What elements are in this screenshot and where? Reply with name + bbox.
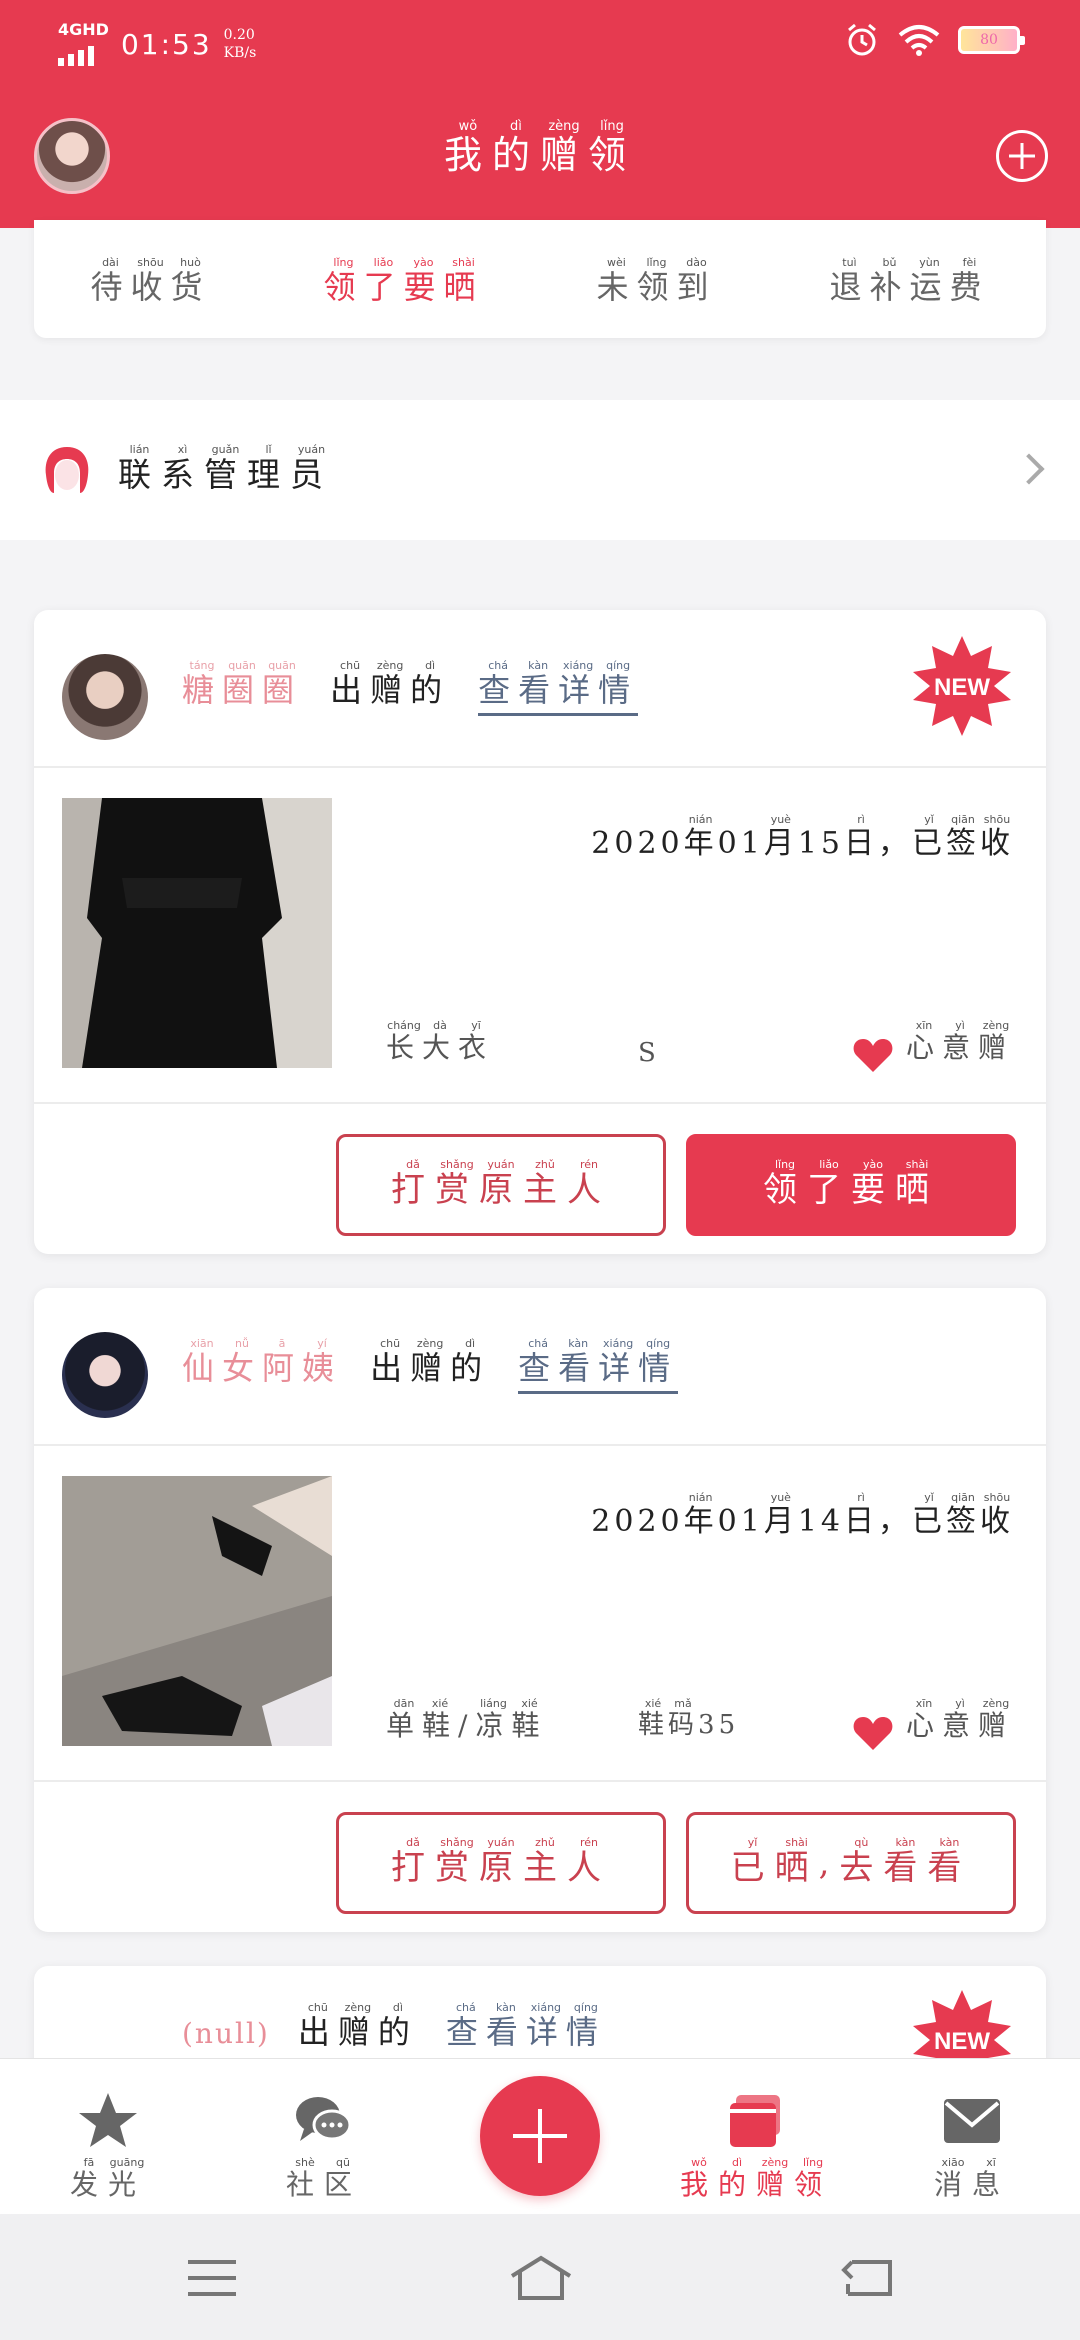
tip-owner-button[interactable]: 打dǎ 赏shǎng 原yuán 主zhǔ 人rén bbox=[336, 1134, 666, 1236]
page-title: 我wǒ的dì赠zèng领lǐng bbox=[443, 119, 637, 177]
item-size: S bbox=[638, 1038, 660, 1068]
clock: 01:53 bbox=[120, 27, 212, 61]
month-char: 月yuè bbox=[763, 813, 798, 861]
year: 2020 bbox=[591, 1504, 684, 1539]
view-details-link[interactable]: 查chá看kàn详xiáng情qíng bbox=[478, 659, 639, 716]
contact-admin-label: 联lián系xì管guǎn理lǐ员yuán bbox=[118, 443, 333, 494]
admin-avatar-icon bbox=[45, 447, 89, 493]
nav-my-gifts-label: 我wǒ的dì赠zèng领lǐng bbox=[679, 2156, 833, 2201]
order-card-header: 糖táng圈quān圈quān 出chū赠zèng的dì 查chá看kàn详xi… bbox=[34, 610, 1046, 768]
item-size: 鞋xié码mǎ35 bbox=[638, 1697, 740, 1740]
new-badge: NEW bbox=[910, 634, 1014, 738]
gives-label: 出chū赠zèng的dì bbox=[297, 2001, 418, 2051]
chevron-right-icon bbox=[1013, 453, 1045, 485]
net-speed: 0.20 KB/s bbox=[224, 26, 257, 62]
heart-icon bbox=[853, 1039, 893, 1072]
nav-my-gifts[interactable]: 我wǒ的dì赠zèng领lǐng bbox=[676, 2089, 836, 2203]
giver-avatar[interactable] bbox=[62, 1332, 148, 1418]
gives-label: 出chū赠zèng的dì bbox=[370, 1337, 491, 1387]
star-icon bbox=[79, 2093, 137, 2147]
giver-avatar[interactable] bbox=[62, 654, 148, 740]
net-speed-value: 0.20 bbox=[223, 27, 255, 43]
day-char: 日rì bbox=[844, 1491, 878, 1539]
heartfelt-gift-label: 心xīn意yì赠zèng bbox=[905, 1019, 1014, 1064]
app-header: 4GHD 01:53 0.20 KB/s 80 我wǒ的dì赠zèng领lǐng bbox=[0, 0, 1080, 228]
battery-icon: 80 bbox=[958, 26, 1025, 54]
order-card-body: 2020年nián01月yuè14日rì，已yǐ签qiān收shōu 单dān鞋… bbox=[34, 1446, 1046, 1782]
received-share-button[interactable]: 领lǐng 了liǎo 要yào 晒shài bbox=[686, 1134, 1016, 1236]
tab-received-to-share[interactable]: 领lǐng了liǎo要yào晒shài bbox=[323, 256, 483, 308]
month: 01 bbox=[717, 1504, 764, 1539]
nav-community[interactable]: 社shè区qū bbox=[244, 2089, 404, 2203]
order-card-actions: 打dǎ 赏shǎng 原yuán 主zhǔ 人rén 已yǐ 晒shài, 去qù 看kàn 看… bbox=[34, 1782, 1046, 1932]
year-char: 年nián bbox=[683, 813, 718, 861]
view-details-link[interactable]: 查chá看kàn详xiáng情qíng bbox=[446, 2001, 606, 2055]
day: 15 bbox=[797, 826, 844, 861]
wifi-icon bbox=[898, 25, 940, 56]
sign-date: 2020年nián01月yuè15日rì，已yǐ签qiān收shōu bbox=[591, 813, 1014, 861]
view-details-link[interactable]: 查chá看kàn详xiáng情qíng bbox=[518, 1337, 679, 1394]
home-icon[interactable] bbox=[506, 2254, 576, 2302]
giver-name[interactable]: 糖táng圈quān圈quān bbox=[182, 659, 302, 711]
tab-not-received[interactable]: 未wèi领lǐng到dào bbox=[596, 256, 716, 308]
nav-messages[interactable]: 消xiāo息xī bbox=[892, 2089, 1052, 2203]
alarm-icon bbox=[848, 23, 876, 56]
order-card: 仙xiān女nǚ阿ā姨yí 出chū赠zèng的dì 查chá看kàn详xián… bbox=[34, 1288, 1046, 1932]
nav-shine[interactable]: 发fā光guāng bbox=[28, 2089, 188, 2203]
order-card: 糖táng圈quān圈quān 出chū赠zèng的dì 查chá看kàn详xi… bbox=[34, 610, 1046, 1254]
publish-fab-button[interactable] bbox=[480, 2076, 600, 2196]
signed-label: 已yǐ签qiān收shōu bbox=[912, 813, 1014, 861]
sign-date: 2020年nián01月yuè14日rì，已yǐ签qiān收shōu bbox=[591, 1491, 1014, 1539]
year-char: 年nián bbox=[683, 1491, 718, 1539]
system-navigation-bar bbox=[0, 2214, 1080, 2340]
new-badge-text: NEW bbox=[934, 674, 990, 701]
day: 14 bbox=[797, 1504, 844, 1539]
order-card-actions: 打dǎ 赏shǎng 原yuán 主zhǔ 人rén 领lǐng 了liǎo 要yào 晒sh… bbox=[34, 1104, 1046, 1254]
item-name: 长cháng大dà衣yī bbox=[386, 1019, 495, 1064]
shared-go-see-button[interactable]: 已yǐ 晒shài, 去qù 看kàn 看kàn bbox=[686, 1812, 1016, 1914]
item-photo[interactable] bbox=[62, 1476, 332, 1746]
contact-admin-row[interactable]: 联lián系xì管guǎn理lǐ员yuán bbox=[0, 400, 1080, 540]
heartfelt-gift-label: 心xīn意yì赠zèng bbox=[905, 1697, 1014, 1742]
tip-owner-button[interactable]: 打dǎ 赏shǎng 原yuán 主zhǔ 人rén bbox=[336, 1812, 666, 1914]
nav-messages-label: 消xiāo息xī bbox=[933, 2156, 1011, 2201]
tab-pending-receipt[interactable]: 待dài收shōu货huò bbox=[90, 256, 210, 308]
giver-name[interactable]: 仙xiān女nǚ阿ā姨yí bbox=[182, 1337, 342, 1389]
menu-icon[interactable] bbox=[182, 2254, 242, 2302]
add-button[interactable] bbox=[996, 130, 1048, 182]
new-badge-text: NEW bbox=[934, 2028, 990, 2055]
signed-label: 已yǐ签qiān收shōu bbox=[912, 1491, 1014, 1539]
envelope-icon bbox=[944, 2099, 1000, 2143]
network-type: 4GHD bbox=[58, 20, 109, 39]
gift-cards-icon bbox=[730, 2095, 780, 2147]
nav-community-label: 社shè区qū bbox=[285, 2156, 363, 2201]
item-photo[interactable] bbox=[62, 798, 332, 1068]
gives-label: 出chū赠zèng的dì bbox=[330, 659, 451, 709]
chat-bubbles-icon bbox=[296, 2097, 352, 2141]
month-char: 月yuè bbox=[763, 1491, 798, 1539]
status-bar: 4GHD 01:53 0.20 KB/s 80 bbox=[0, 0, 1080, 90]
signal-indicator: 4GHD bbox=[58, 22, 109, 66]
giver-name[interactable]: (null) bbox=[182, 2017, 270, 2050]
item-name: 单dān鞋xié/凉liáng鞋xié bbox=[386, 1697, 548, 1742]
tab-shipping-refund[interactable]: 退tuì补bǔ运yùn费fèi bbox=[829, 256, 989, 308]
month: 01 bbox=[717, 826, 764, 861]
order-status-tabs: 待dài收shōu货huò 领lǐng了liǎo要yào晒shài 未wèi领l… bbox=[34, 220, 1046, 338]
day-char: 日rì bbox=[844, 813, 878, 861]
signal-bars-icon bbox=[58, 40, 109, 66]
year: 2020 bbox=[591, 826, 684, 861]
nav-shine-label: 发fā光guāng bbox=[69, 2156, 147, 2201]
order-card-body: 2020年nián01月yuè15日rì，已yǐ签qiān收shōu 长chán… bbox=[34, 768, 1046, 1104]
heart-icon bbox=[853, 1717, 893, 1750]
order-card-header: 仙xiān女nǚ阿ā姨yí 出chū赠zèng的dì 查chá看kàn详xián… bbox=[34, 1288, 1046, 1446]
net-speed-unit: KB/s bbox=[223, 45, 257, 61]
back-icon[interactable] bbox=[838, 2254, 898, 2302]
